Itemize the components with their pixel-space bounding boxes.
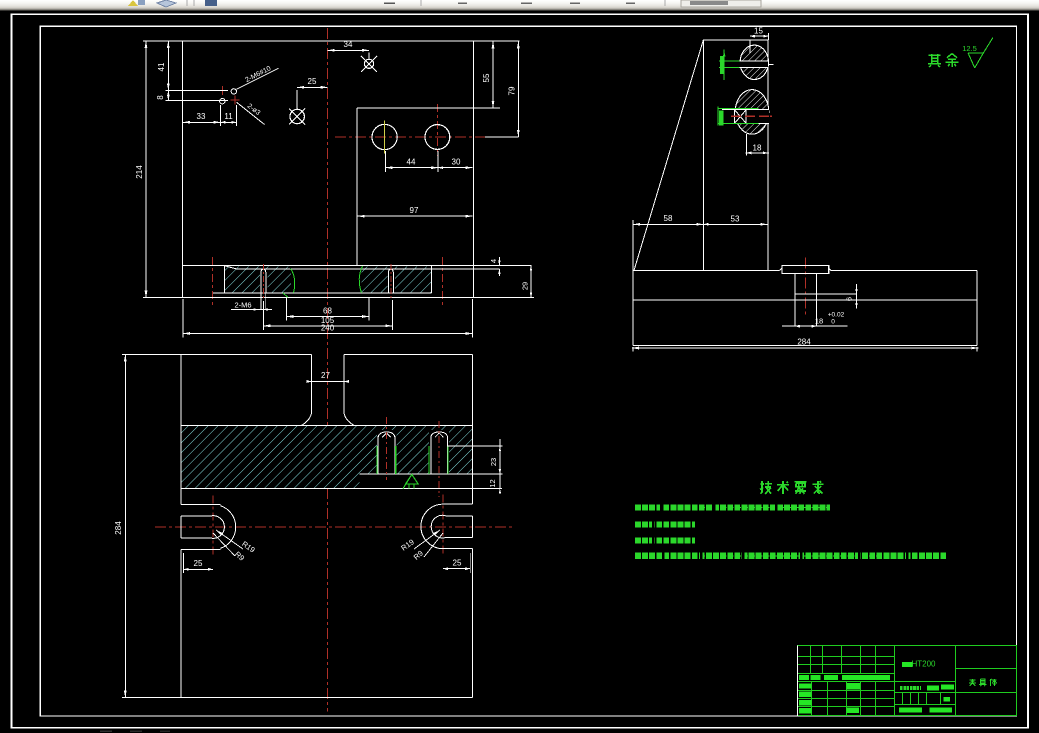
svg-text:23: 23: [489, 458, 498, 466]
svg-text:HT200: HT200: [911, 660, 936, 669]
svg-text:R9: R9: [233, 550, 246, 563]
svg-text:R9: R9: [412, 549, 425, 562]
svg-text:25: 25: [308, 77, 317, 86]
svg-text:34: 34: [344, 40, 353, 49]
svg-text:240: 240: [321, 324, 335, 333]
svg-text:18: 18: [753, 144, 762, 153]
svg-text:79: 79: [508, 86, 517, 95]
svg-text:18: 18: [815, 317, 823, 326]
svg-text:6: 6: [845, 297, 854, 301]
svg-text:41: 41: [157, 62, 166, 71]
svg-text:214: 214: [135, 165, 144, 179]
svg-text:25: 25: [453, 559, 462, 568]
svg-text:12: 12: [488, 479, 497, 487]
svg-text:97: 97: [410, 206, 419, 215]
svg-text:12.5: 12.5: [962, 44, 977, 53]
svg-text:2-M6: 2-M6: [234, 301, 251, 310]
svg-text:2-ø3: 2-ø3: [246, 103, 262, 117]
svg-text:53: 53: [731, 215, 740, 224]
svg-text:33: 33: [197, 112, 206, 121]
svg-text:29: 29: [521, 282, 530, 290]
svg-text:68: 68: [323, 307, 332, 316]
svg-text:55: 55: [482, 73, 491, 82]
svg-text:0: 0: [831, 319, 835, 326]
svg-text:+0.02: +0.02: [828, 312, 845, 319]
svg-text:58: 58: [664, 214, 673, 223]
svg-text:25: 25: [194, 559, 203, 568]
svg-text:4: 4: [489, 259, 498, 263]
svg-text:2-M6#10: 2-M6#10: [244, 65, 272, 84]
svg-text:284: 284: [797, 338, 811, 347]
svg-text:15: 15: [754, 27, 763, 36]
svg-text:8: 8: [156, 95, 165, 100]
svg-text:R19: R19: [399, 537, 415, 552]
svg-text:44: 44: [407, 158, 416, 167]
svg-text:11: 11: [224, 112, 233, 121]
svg-text:284: 284: [114, 521, 123, 535]
svg-text:30: 30: [452, 158, 461, 167]
svg-text:27: 27: [321, 371, 330, 380]
